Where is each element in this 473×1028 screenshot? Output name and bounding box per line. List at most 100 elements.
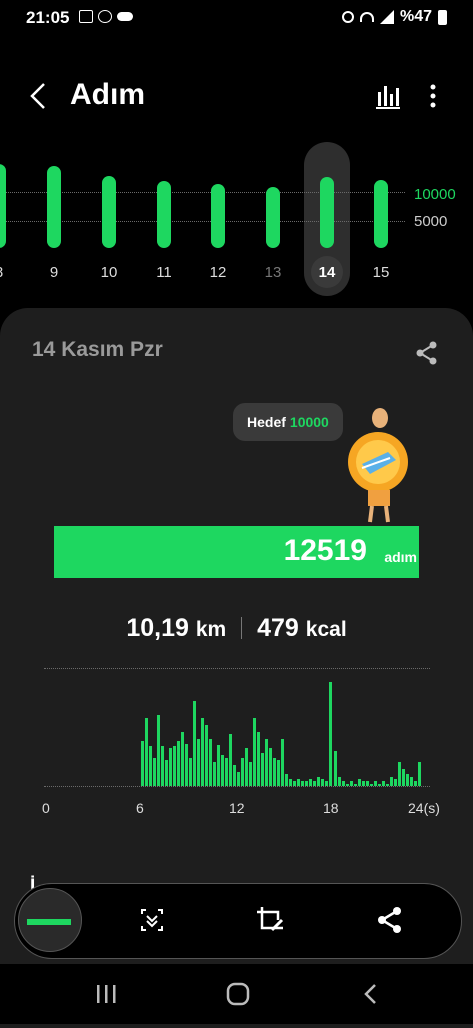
hourly-bar	[160, 745, 164, 786]
hourly-bar	[413, 781, 417, 786]
reference-low-label: 5000	[414, 213, 448, 230]
hourly-bar	[261, 752, 265, 786]
hourly-bar	[309, 778, 313, 786]
day-label-15[interactable]: 15	[366, 264, 396, 281]
gallery-notification-icon	[79, 10, 93, 23]
day-bar-12[interactable]	[211, 184, 225, 248]
hourly-bar	[200, 717, 204, 786]
hourly-bar	[245, 748, 249, 786]
hourly-bar	[184, 743, 188, 786]
day-label-9[interactable]: 9	[39, 264, 69, 281]
day-bar-8[interactable]	[0, 164, 6, 248]
hourly-bar	[232, 764, 236, 786]
day-label-12[interactable]: 12	[203, 264, 233, 281]
hourly-bar	[196, 738, 200, 786]
hourly-top-gridline	[44, 668, 430, 669]
day-bar-14[interactable]	[320, 177, 334, 248]
hourly-bar	[269, 748, 273, 786]
day-label-8[interactable]: 8	[0, 264, 14, 281]
more-options-button[interactable]	[422, 82, 444, 110]
hourly-bar	[224, 757, 228, 786]
day-label-10[interactable]: 10	[94, 264, 124, 281]
hourly-bar	[369, 783, 373, 786]
hourly-bar	[381, 781, 385, 786]
hourly-bar	[409, 776, 413, 786]
share-icon	[378, 907, 401, 933]
hourly-bar	[249, 762, 253, 786]
nav-back-button[interactable]	[360, 982, 384, 1011]
hourly-bar	[176, 741, 180, 786]
day-bar-15[interactable]	[374, 180, 388, 248]
reference-high-label: 10000	[414, 186, 456, 203]
chart-view-button[interactable]	[374, 82, 402, 110]
signal-icon	[379, 10, 394, 24]
whatsapp-notification-icon	[98, 10, 112, 23]
hourly-bar	[208, 738, 212, 786]
hourly-bar	[389, 776, 393, 786]
hourly-bar	[164, 760, 168, 786]
hourly-tick-label: 18	[323, 800, 339, 816]
hourly-bar	[144, 717, 148, 786]
hourly-bar	[397, 762, 401, 786]
nav-back-icon	[364, 984, 376, 1004]
stats-divider	[241, 617, 243, 639]
hourly-bar	[257, 731, 261, 786]
share-icon	[416, 341, 437, 365]
hourly-bar	[265, 738, 269, 786]
mascot-image	[340, 402, 420, 526]
hourly-bar	[361, 781, 365, 786]
hourly-bar	[301, 781, 305, 786]
distance-unit: km	[195, 618, 227, 641]
hourly-bar	[341, 781, 345, 786]
stats-row: 10,19 km 479 kcal	[0, 614, 473, 643]
hourly-bar	[305, 781, 309, 786]
hourly-bar	[317, 776, 321, 786]
screenshot-thumbnail[interactable]	[18, 888, 82, 952]
crop-edit-button[interactable]	[254, 904, 286, 936]
page-title: Adım	[70, 78, 145, 111]
hourly-bar	[273, 757, 277, 786]
scroll-capture-button[interactable]	[136, 904, 168, 936]
cloud-notification-icon	[117, 12, 133, 21]
calories-value: 479	[257, 614, 299, 642]
hourly-bar	[289, 778, 293, 786]
hourly-bar	[353, 783, 357, 786]
share-button[interactable]	[414, 340, 440, 366]
crop-edit-icon	[257, 907, 284, 932]
alarm-icon	[341, 11, 354, 23]
hourly-bar	[241, 757, 245, 786]
day-bar-10[interactable]	[102, 176, 116, 248]
hourly-tick-label: 6	[136, 800, 144, 816]
recent-apps-button[interactable]	[94, 982, 118, 1011]
day-label-13[interactable]: 13	[258, 264, 288, 281]
hourly-steps-chart[interactable]	[44, 668, 430, 794]
hourly-bar	[393, 778, 397, 786]
weekly-steps-chart[interactable]: 8 9 10 11 12 13 14 15	[0, 140, 473, 300]
home-icon	[226, 982, 250, 1006]
hourly-bar	[365, 781, 369, 786]
hourly-bar	[401, 769, 405, 786]
back-button[interactable]	[26, 78, 56, 114]
day-label-14[interactable]: 14	[312, 264, 342, 281]
goal-label: Hedef	[247, 414, 286, 430]
hourly-bar	[156, 715, 160, 786]
share-screenshot-button[interactable]	[374, 904, 406, 936]
calories-unit: kcal	[305, 618, 347, 641]
hourly-bar	[180, 731, 184, 786]
home-button[interactable]	[226, 982, 250, 1011]
bar-chart-icon	[376, 86, 400, 109]
wifi-icon	[359, 12, 374, 22]
hourly-bar	[373, 781, 377, 786]
hourly-bar	[152, 757, 156, 786]
day-bar-11[interactable]	[157, 181, 171, 248]
hourly-bar	[297, 778, 301, 786]
hourly-bar	[385, 783, 389, 786]
day-label-11[interactable]: 11	[149, 264, 179, 281]
hourly-bar	[345, 783, 349, 786]
hourly-tick-label: 24(s)	[408, 800, 440, 816]
day-bar-13[interactable]	[266, 187, 280, 248]
hourly-bar	[293, 781, 297, 786]
day-bar-9[interactable]	[47, 166, 61, 248]
day-title: 14 Kasım Pzr	[32, 338, 163, 361]
goal-bubble: Hedef 10000	[233, 403, 343, 441]
